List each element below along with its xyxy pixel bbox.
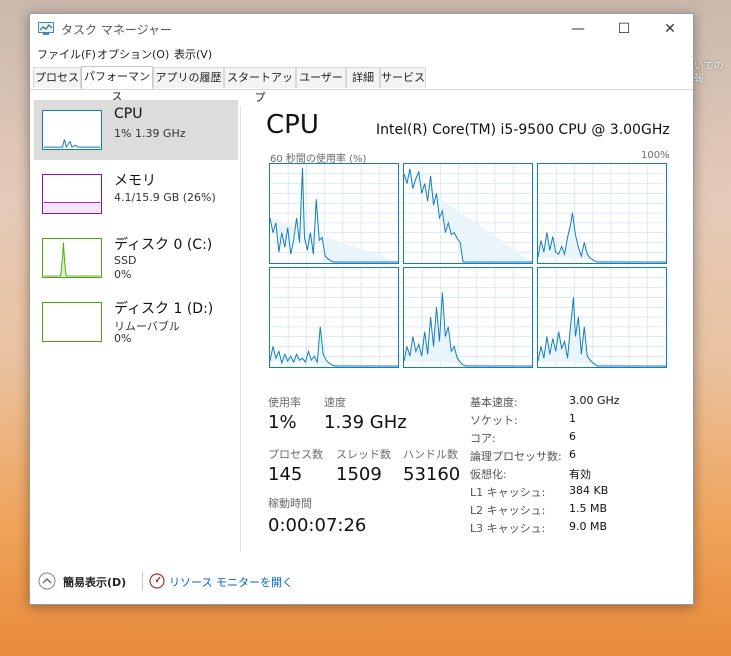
base-speed-label: 基本速度: (470, 396, 518, 409)
base-speed-value: 3.00 GHz (569, 394, 620, 407)
sidebar-item-cpu[interactable]: CPU 1% 1.39 GHz (34, 100, 238, 160)
l2-cache-label: L2 キャッシュ: (470, 504, 546, 517)
sidebar-disk-0-usage: 0% (114, 268, 132, 281)
tab-details[interactable]: 詳細 (346, 67, 380, 88)
sidebar-item-disk-1[interactable]: ディスク 1 (D:) リムーバブル 0% (34, 292, 238, 352)
l3-cache-value: 9.0 MB (569, 520, 608, 533)
maximize-button[interactable]: ☐ (601, 14, 647, 44)
cpu-model-name: Intel(R) Core(TM) i5-9500 CPU @ 3.00GHz (376, 122, 670, 138)
resource-sidebar: CPU 1% 1.39 GHz メモリ 4.1/15.9 GB (26%) ディ… (34, 100, 238, 570)
sidebar-disk-1-usage: 0% (114, 332, 132, 345)
tab-startup[interactable]: スタートアップ (224, 67, 296, 104)
task-manager-icon (38, 22, 54, 35)
footer-separator (142, 571, 143, 591)
tab-performance[interactable]: パフォーマンス (81, 66, 153, 103)
sockets-value: 1 (569, 412, 576, 425)
cores-label: コア: (470, 432, 496, 445)
title-bar[interactable]: タスク マネージャー — ☐ ✕ (30, 14, 693, 44)
threads-label: スレッド数 (336, 448, 391, 461)
cpu-core-graph-6 (537, 267, 667, 368)
virtualization-value: 有効 (569, 468, 591, 481)
logical-processors-label: 論理プロセッサ数: (470, 450, 562, 463)
processes-value: 145 (268, 464, 303, 485)
l3-cache-label: L3 キャッシュ: (470, 522, 546, 535)
sidebar-item-disk-0[interactable]: ディスク 0 (C:) SSD 0% (34, 228, 238, 288)
cpu-core-graph-4 (269, 267, 399, 368)
tab-app-history[interactable]: アプリの履歴 (153, 67, 224, 88)
fewer-details-button[interactable]: 簡易表示(D) (63, 574, 126, 590)
cpu-core-graph-5 (403, 267, 533, 368)
graph-max-label: 100% (641, 150, 670, 161)
panel-divider (240, 106, 241, 552)
sidebar-item-memory[interactable]: メモリ 4.1/15.9 GB (26%) (34, 164, 238, 224)
l1-cache-value: 384 KB (569, 484, 609, 497)
sidebar-disk-0-name: ディスク 0 (C:) (114, 237, 213, 253)
menu-bar: ファイル(F) オプション(O) 表示(V) (30, 44, 693, 64)
handles-value: 53160 (403, 464, 461, 485)
chevron-up-icon[interactable] (38, 572, 56, 590)
menu-file[interactable]: ファイル(F) (37, 46, 96, 62)
cpu-core-graph-1 (269, 163, 399, 264)
uptime-label: 稼動時間 (268, 497, 312, 510)
footer-bar: 簡易表示(D) リソース モニターを開く (30, 564, 693, 604)
disk-1-thumbnail-graph (42, 302, 102, 342)
tab-strip: プロセス パフォーマンス アプリの履歴 スタートアップ ユーザー 詳細 サービス (30, 66, 693, 104)
virtualization-label: 仮想化: (470, 468, 507, 481)
speed-value: 1.39 GHz (324, 412, 407, 433)
processes-label: プロセス数 (268, 448, 323, 461)
sidebar-cpu-usage: 1% 1.39 GHz (114, 127, 186, 140)
logical-processors-value: 6 (569, 448, 576, 461)
tab-processes[interactable]: プロセス (33, 67, 81, 88)
l2-cache-value: 1.5 MB (569, 502, 608, 515)
handles-label: ハンドル数 (403, 448, 458, 461)
minimize-button[interactable]: — (555, 14, 601, 44)
performance-panel: CPU 1% 1.39 GHz メモリ 4.1/15.9 GB (26%) ディ… (30, 90, 693, 564)
sockets-label: ソケット: (470, 414, 518, 427)
desktop-text-line-1: いての (694, 61, 724, 72)
cpu-heading: CPU (266, 110, 319, 140)
desktop-text: いての 報 (694, 60, 724, 86)
uptime-value: 0:00:07:26 (268, 515, 367, 536)
cpu-core-graph-2 (403, 163, 533, 264)
l1-cache-label: L1 キャッシュ: (470, 486, 546, 499)
window-title: タスク マネージャー (61, 23, 172, 37)
cpu-thumbnail-graph (42, 110, 102, 150)
tab-users[interactable]: ユーザー (296, 67, 346, 88)
sidebar-disk-0-type: SSD (114, 254, 137, 267)
tab-services[interactable]: サービス (380, 67, 426, 88)
usage-label: 使用率 (268, 396, 301, 409)
usage-value: 1% (268, 412, 297, 433)
open-resource-monitor-link[interactable]: リソース モニターを開く (169, 574, 293, 590)
sidebar-cpu-name: CPU (114, 106, 143, 122)
desktop-text-line-2: 報 (694, 74, 704, 85)
cpu-core-graph-3 (537, 163, 667, 264)
sidebar-disk-1-name: ディスク 1 (D:) (114, 301, 214, 317)
sidebar-memory-name: メモリ (114, 173, 156, 189)
sidebar-memory-usage: 4.1/15.9 GB (26%) (114, 191, 216, 204)
threads-value: 1509 (336, 464, 382, 485)
disk-0-thumbnail-graph (42, 238, 102, 278)
menu-view[interactable]: 表示(V) (174, 46, 212, 62)
resource-monitor-icon (149, 573, 165, 589)
speed-label: 速度 (324, 396, 346, 409)
close-button[interactable]: ✕ (647, 14, 693, 44)
cores-value: 6 (569, 430, 576, 443)
menu-options[interactable]: オプション(O) (97, 46, 169, 62)
memory-thumbnail-graph (42, 174, 102, 214)
task-manager-window: タスク マネージャー — ☐ ✕ ファイル(F) オプション(O) 表示(V) … (29, 13, 694, 605)
